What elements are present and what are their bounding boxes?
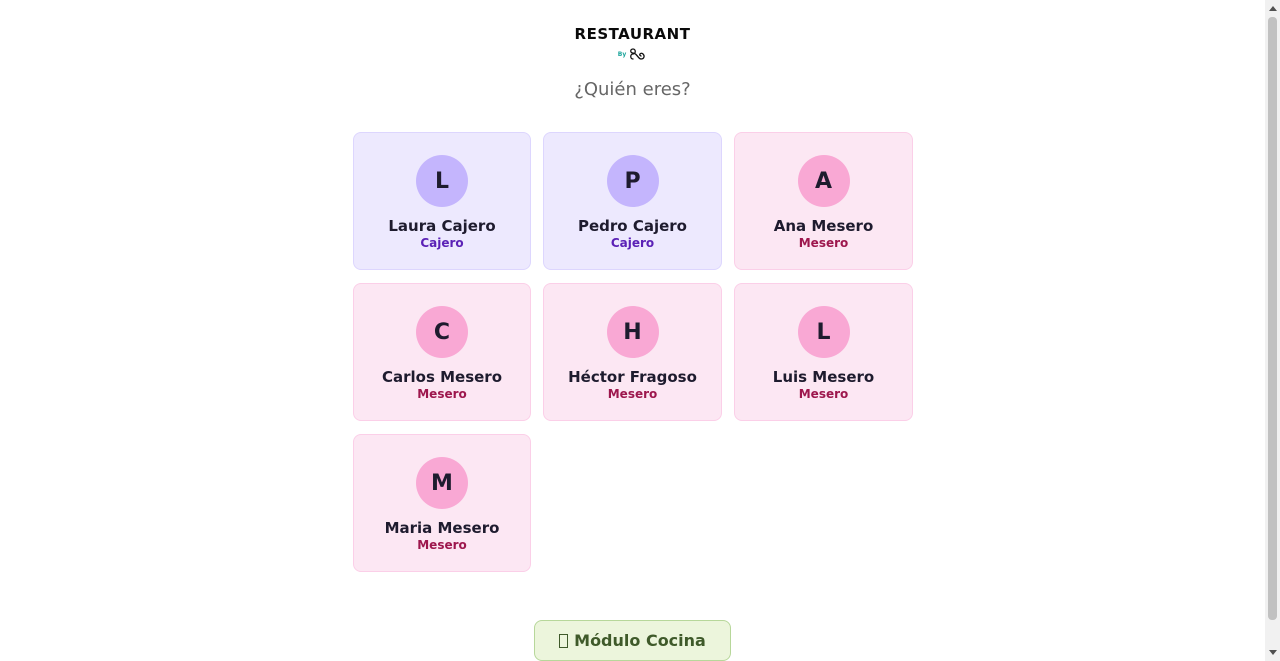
user-name: Héctor Fragoso (568, 368, 697, 386)
scroll-down-arrow-icon[interactable] (1269, 650, 1277, 655)
avatar: C (416, 306, 468, 358)
user-name: Pedro Cajero (578, 217, 687, 235)
page: RESTAURANT By ¿Quién eres? L Laura Cajero… (0, 0, 1280, 661)
brand-logo: RESTAURANT By (0, 24, 1265, 62)
scroll-up-arrow-icon[interactable] (1269, 6, 1277, 11)
avatar: A (797, 155, 850, 207)
user-card[interactable]: L Luis Mesero Mesero (734, 283, 913, 421)
logo-title: RESTAURANT (574, 25, 691, 43)
box-icon (559, 633, 569, 648)
kitchen-module-button[interactable]: Módulo Cocina (534, 620, 731, 661)
user-grid: L Laura Cajero Cajero P Pedro Cajero Cajero A A… (353, 132, 913, 572)
avatar: H (606, 306, 659, 358)
user-name: Maria Mesero (384, 519, 500, 537)
brand-mark-icon (630, 48, 645, 60)
user-role: Mesero (798, 236, 849, 250)
user-role: Mesero (798, 387, 849, 401)
user-role: Mesero (417, 387, 467, 401)
avatar: M (416, 457, 468, 509)
user-role: Mesero (417, 538, 467, 552)
user-role: Mesero (607, 387, 658, 401)
kitchen-module-label: Módulo Cocina (574, 631, 706, 650)
logo-byline: By (0, 46, 1265, 62)
user-role: Cajero (420, 236, 464, 250)
user-name: Ana Mesero (773, 217, 874, 235)
user-card[interactable]: H Héctor Fragoso Mesero (543, 283, 722, 421)
user-name: Luis Mesero (772, 368, 875, 386)
user-card[interactable]: L Laura Cajero Cajero (353, 132, 531, 270)
user-name: Laura Cajero (388, 217, 496, 235)
scroll-thumb[interactable] (1268, 17, 1277, 620)
user-card[interactable]: C Carlos Mesero Mesero (353, 283, 531, 421)
avatar: L (797, 306, 850, 358)
avatar: L (416, 155, 468, 207)
avatar: P (606, 155, 659, 207)
page-question: ¿Quién eres? (574, 79, 691, 100)
user-role: Cajero (610, 236, 655, 250)
user-card[interactable]: P Pedro Cajero Cajero (543, 132, 722, 270)
vertical-scrollbar[interactable] (1265, 0, 1280, 661)
user-name: Carlos Mesero (381, 368, 503, 386)
logo-by-text: By (617, 50, 627, 58)
main-content: RESTAURANT By ¿Quién eres? L Laura Cajero… (0, 0, 1265, 661)
user-card[interactable]: M Maria Mesero Mesero (353, 434, 531, 572)
user-card[interactable]: A Ana Mesero Mesero (734, 132, 913, 270)
